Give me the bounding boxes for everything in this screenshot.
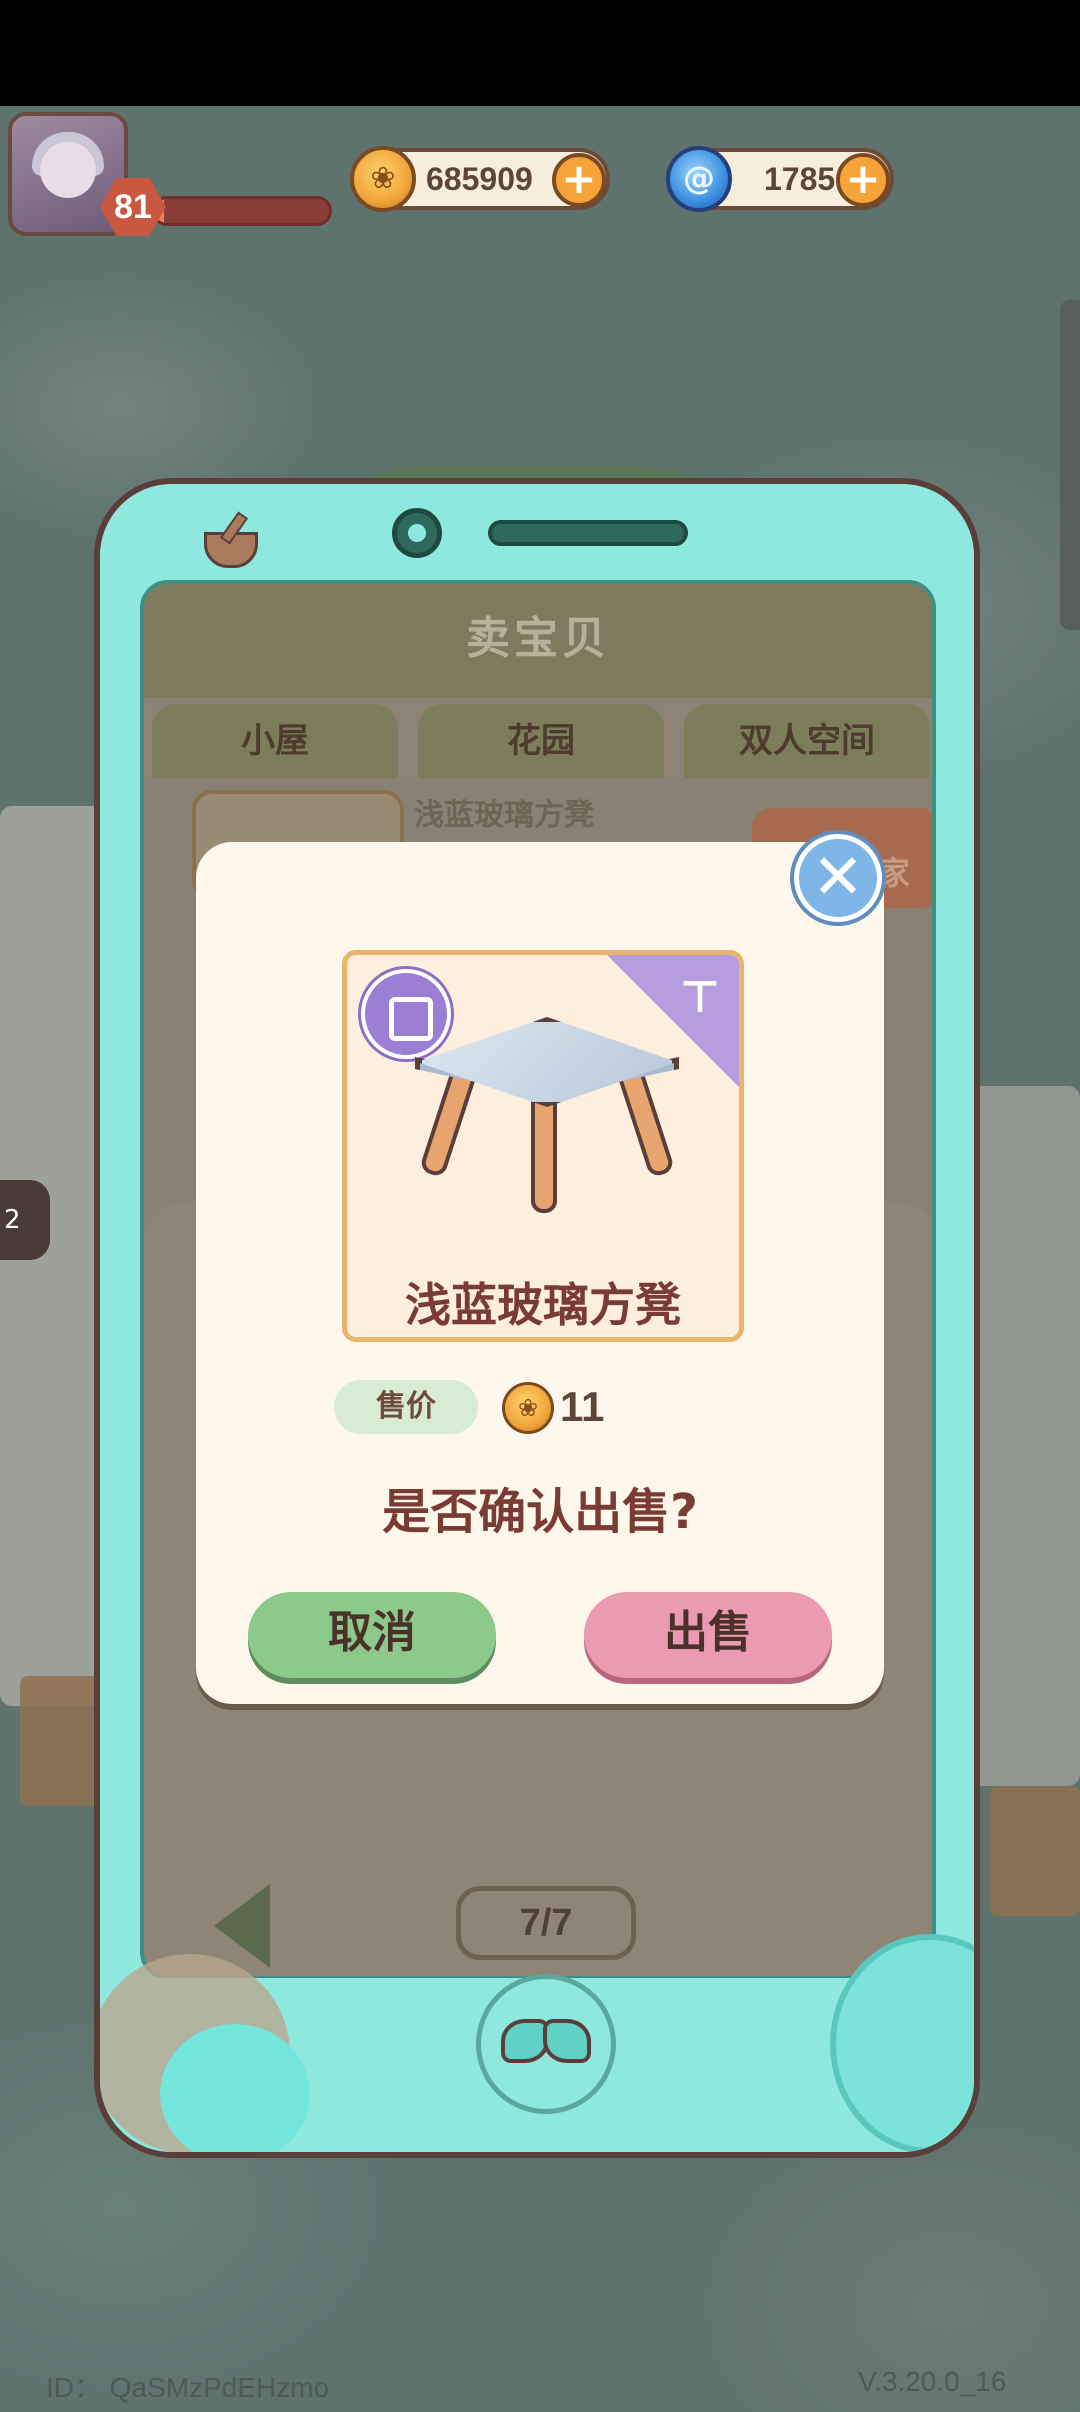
list-item-name: 浅蓝玻璃方凳 — [414, 798, 594, 833]
coin-icon — [350, 146, 416, 212]
stool-leg — [616, 1065, 676, 1179]
spoon-icon[interactable] — [200, 510, 258, 568]
page-indicator: 7/7 — [456, 1886, 636, 1960]
price-label: 售价 — [334, 1380, 478, 1434]
camera-icon — [392, 508, 442, 558]
side-tab[interactable]: 2 — [0, 1180, 50, 1260]
right-edge-handle[interactable] — [1060, 300, 1080, 630]
home-button[interactable] — [476, 1974, 616, 2114]
coin-counter: 685909 + — [350, 146, 610, 212]
shop-title: 卖宝贝 — [466, 613, 610, 664]
tab-cottage[interactable]: 小屋 — [152, 704, 398, 778]
close-icon[interactable]: ✕ — [794, 834, 882, 922]
gem-value: 1785 — [764, 161, 836, 197]
add-coins-button[interactable]: + — [552, 153, 606, 207]
stool-leg — [418, 1065, 478, 1179]
coin-icon — [502, 1382, 554, 1434]
version-label: V.3.20.0_16 — [858, 2366, 1007, 2397]
player-id: ID： QaSMzPdEHzmo — [46, 2372, 330, 2403]
xp-bar — [152, 196, 332, 226]
coin-value: 685909 — [426, 161, 533, 197]
bottom-deco-cloud — [160, 2024, 310, 2152]
bg-railing-right — [990, 1786, 1080, 1916]
tab-garden[interactable]: 花园 — [418, 704, 664, 778]
sell-confirm-dialog: ✕ ⊤ 浅蓝玻璃方凳 售价 11 是否确认出售? 取消 出售 — [196, 834, 884, 1704]
prev-page-arrow-icon[interactable] — [214, 1884, 270, 1968]
stool-leg — [531, 1093, 557, 1213]
tab-duo-space[interactable]: 双人空间 — [684, 704, 930, 778]
cancel-button[interactable]: 取消 — [248, 1592, 496, 1678]
add-gems-button[interactable]: + — [836, 153, 890, 207]
sell-button[interactable]: 出售 — [584, 1592, 832, 1678]
confirm-question: 是否确认出售? — [382, 1484, 698, 1540]
item-name: 浅蓝玻璃方凳 — [405, 1278, 681, 1332]
price-value: 11 — [560, 1383, 605, 1430]
phone-speaker — [488, 520, 688, 546]
swirl-gem-icon — [666, 146, 732, 212]
glass-stool-image — [407, 997, 697, 1237]
status-bar — [0, 0, 1080, 106]
item-card: ⊤ 浅蓝玻璃方凳 — [342, 950, 744, 1342]
gem-counter: 1785 + — [666, 146, 894, 212]
shop-title-bar: 卖宝贝 — [144, 584, 932, 698]
avatar-face — [40, 142, 96, 198]
bow-icon — [501, 2009, 591, 2079]
